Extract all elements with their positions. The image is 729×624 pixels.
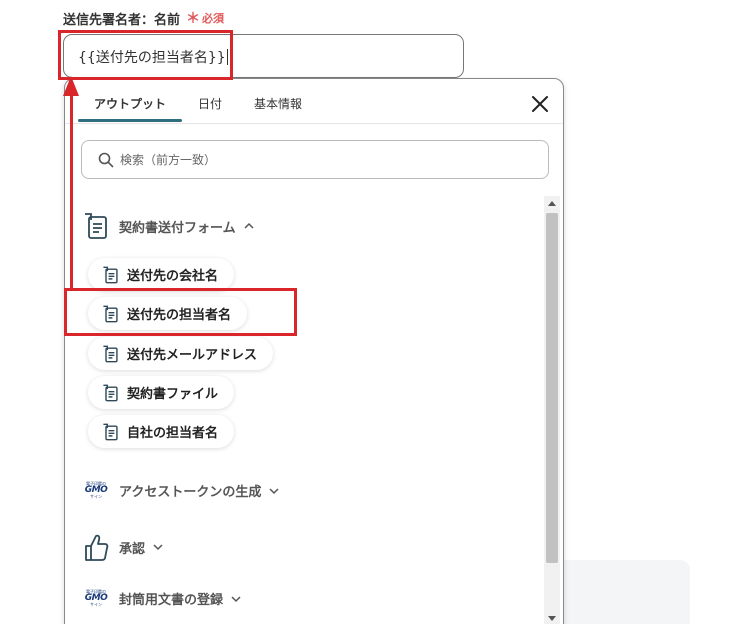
tab-basic-info[interactable]: 基本情報 [254, 95, 302, 112]
search-input[interactable] [120, 152, 520, 167]
picker-tabs: アウトプット 日付 基本情報 [65, 79, 563, 124]
chip-email[interactable]: 送付先メールアドレス [88, 337, 274, 370]
gmo-sign-logo: 電子印鑑の GMO サイン [84, 481, 108, 499]
scroll-up-icon[interactable] [548, 201, 556, 206]
form-icon [103, 345, 118, 362]
chip-label: 送付先の会社名 [127, 269, 219, 284]
scrollbar[interactable] [544, 196, 560, 624]
signer-name-input[interactable]: {{送付先の担当者名}} [63, 34, 464, 78]
section-approval[interactable]: 承認 [83, 532, 163, 562]
section-envelope-document[interactable]: 電子印鑑の GMO サイン 封筒用文書の登録 [83, 589, 241, 608]
chip-company-name[interactable]: 送付先の会社名 [88, 258, 235, 291]
chip-label: 契約書ファイル [127, 387, 219, 402]
chip-label: 送付先メールアドレス [127, 348, 258, 363]
chevron-up-icon[interactable] [244, 221, 254, 231]
signer-name-value: {{送付先の担当者名}} [78, 50, 226, 66]
scroll-thumb[interactable] [546, 213, 558, 563]
chip-contract-file[interactable]: 契約書ファイル [88, 376, 235, 409]
chevron-down-icon[interactable] [269, 486, 279, 496]
scroll-down-icon[interactable] [548, 616, 556, 621]
chip-label: 送付先の担当者名 [127, 308, 232, 323]
chevron-down-icon[interactable] [231, 594, 241, 604]
tab-date[interactable]: 日付 [198, 95, 222, 112]
form-icon [85, 213, 107, 239]
required-star: ＊ [186, 11, 201, 27]
search-box[interactable] [81, 140, 549, 179]
section-label: 契約書送付フォーム [119, 220, 236, 236]
annotation-arrow-line [70, 96, 73, 288]
section-access-token[interactable]: 電子印鑑の GMO サイン アクセストークンの生成 [83, 481, 279, 500]
section-label: 承認 [119, 541, 146, 557]
chip-own-contact[interactable]: 自社の担当者名 [88, 415, 235, 448]
close-icon[interactable] [531, 95, 549, 113]
chip-label: 自社の担当者名 [127, 426, 219, 441]
variable-picker-panel: アウトプット 日付 基本情報 契約書送付フォーム [64, 78, 564, 624]
form-icon [103, 384, 118, 401]
thumbs-up-icon [85, 534, 109, 561]
search-icon [98, 152, 114, 167]
field-label: 送信先署名者：名前 ＊ 必須 [63, 8, 224, 28]
chevron-down-icon[interactable] [153, 542, 163, 552]
text-caret [226, 49, 228, 65]
form-icon [103, 423, 118, 440]
form-icon [103, 305, 118, 322]
tab-output[interactable]: アウトプット [94, 95, 166, 112]
chip-contact-name[interactable]: 送付先の担当者名 [88, 297, 248, 330]
section-label: アクセストークンの生成 [119, 485, 262, 500]
annotation-arrow-head [63, 76, 79, 96]
required-text: 必須 [202, 12, 225, 25]
section-contract-form[interactable]: 契約書送付フォーム [83, 212, 254, 240]
active-tab-indicator [78, 119, 182, 122]
form-icon [103, 266, 118, 283]
section-label: 封筒用文書の登録 [119, 593, 224, 608]
gmo-sign-logo: 電子印鑑の GMO サイン [84, 589, 108, 607]
field-label-text: 送信先署名者：名前 [63, 12, 181, 28]
